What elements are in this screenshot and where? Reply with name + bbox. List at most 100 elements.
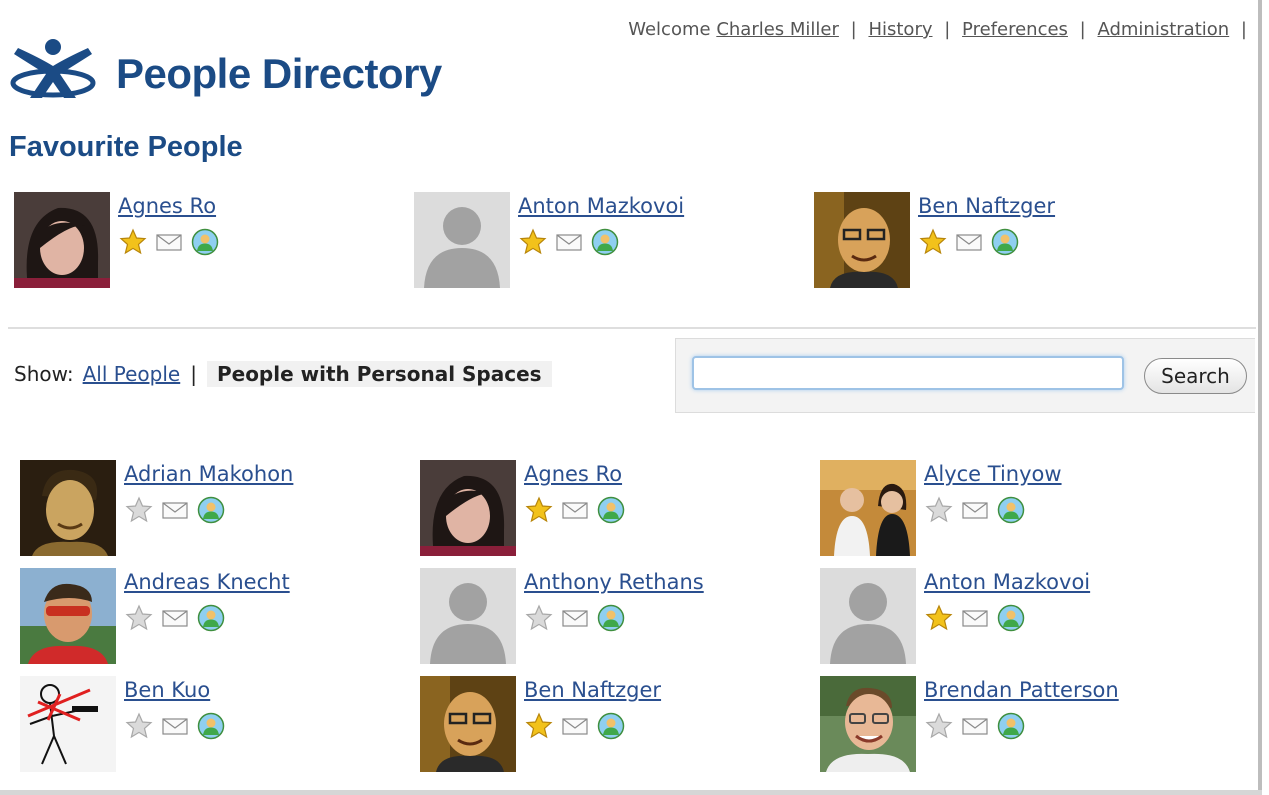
star-icon[interactable] (119, 228, 147, 256)
person-photo[interactable] (420, 460, 516, 556)
search-input[interactable] (692, 356, 1124, 390)
person-name-link[interactable]: Alyce Tinyow (924, 462, 1062, 486)
star-icon[interactable] (525, 496, 553, 524)
person-actions (125, 602, 225, 634)
nav-separator: | (944, 19, 951, 40)
person-card: Brendan Patterson (820, 676, 1200, 776)
preferences-link[interactable]: Preferences (962, 19, 1068, 40)
person-photo[interactable] (20, 676, 116, 772)
star-icon[interactable] (925, 712, 953, 740)
app-title: People Directory (116, 50, 442, 97)
envelope-icon[interactable] (561, 712, 589, 740)
envelope-icon[interactable] (561, 604, 589, 632)
person-photo[interactable] (414, 192, 510, 288)
star-icon[interactable] (525, 712, 553, 740)
nav-separator: | (1079, 19, 1086, 40)
envelope-icon[interactable] (555, 228, 583, 256)
person-card: Anthony Rethans (420, 568, 800, 668)
profile-icon[interactable] (991, 228, 1019, 256)
profile-icon[interactable] (591, 228, 619, 256)
profile-icon[interactable] (197, 604, 225, 632)
person-photo[interactable] (20, 460, 116, 556)
person-name-link[interactable]: Ben Naftzger (918, 194, 1055, 218)
person-card: Agnes Ro (14, 192, 394, 292)
person-photo[interactable] (820, 568, 916, 664)
window-frame-right (1258, 0, 1262, 795)
person-photo[interactable] (820, 676, 916, 772)
show-label: Show: (14, 362, 74, 386)
envelope-icon[interactable] (161, 604, 189, 632)
profile-icon[interactable] (997, 496, 1025, 524)
favourites-heading: Favourite People (9, 131, 243, 163)
profile-icon[interactable] (191, 228, 219, 256)
person-actions (125, 710, 225, 742)
person-card: Ben Naftzger (420, 676, 800, 776)
star-icon[interactable] (925, 604, 953, 632)
profile-icon[interactable] (597, 496, 625, 524)
person-photo[interactable] (14, 192, 110, 288)
person-actions (925, 494, 1025, 526)
user-name-link[interactable]: Charles Miller (716, 19, 839, 40)
history-link[interactable]: History (868, 19, 932, 40)
profile-icon[interactable] (197, 712, 225, 740)
profile-icon[interactable] (997, 604, 1025, 632)
administration-link[interactable]: Administration (1097, 19, 1229, 40)
star-icon[interactable] (925, 496, 953, 524)
person-card: Agnes Ro (420, 460, 800, 560)
person-name-link[interactable]: Andreas Knecht (124, 570, 290, 594)
personal-spaces-filter[interactable]: People with Personal Spaces (206, 361, 552, 387)
profile-icon[interactable] (597, 712, 625, 740)
profile-icon[interactable] (997, 712, 1025, 740)
filter-bar: Show: All People | People with Personal … (14, 361, 552, 387)
person-actions (119, 226, 219, 258)
person-actions (525, 602, 625, 634)
person-actions (925, 602, 1025, 634)
person-name-link[interactable]: Ben Kuo (124, 678, 210, 702)
search-button[interactable]: Search (1144, 358, 1247, 394)
person-photo[interactable] (820, 460, 916, 556)
person-name-link[interactable]: Anton Mazkovoi (518, 194, 684, 218)
envelope-icon[interactable] (161, 496, 189, 524)
person-card: Andreas Knecht (20, 568, 400, 668)
star-icon[interactable] (525, 604, 553, 632)
person-name-link[interactable]: Adrian Makohon (124, 462, 293, 486)
star-icon[interactable] (125, 496, 153, 524)
person-name-link[interactable]: Anton Mazkovoi (924, 570, 1090, 594)
envelope-icon[interactable] (561, 496, 589, 524)
top-navigation: Welcome Charles Miller | History | Prefe… (628, 19, 1253, 40)
envelope-icon[interactable] (161, 712, 189, 740)
person-name-link[interactable]: Ben Naftzger (524, 678, 661, 702)
section-divider (8, 327, 1256, 329)
person-card: Alyce Tinyow (820, 460, 1200, 560)
profile-icon[interactable] (597, 604, 625, 632)
person-actions (125, 494, 225, 526)
person-card: Ben Naftzger (814, 192, 1194, 292)
welcome-label: Welcome (628, 19, 711, 40)
person-name-link[interactable]: Agnes Ro (118, 194, 216, 218)
person-name-link[interactable]: Agnes Ro (524, 462, 622, 486)
person-photo[interactable] (420, 676, 516, 772)
person-name-link[interactable]: Brendan Patterson (924, 678, 1119, 702)
person-photo[interactable] (420, 568, 516, 664)
envelope-icon[interactable] (961, 712, 989, 740)
person-actions (519, 226, 619, 258)
person-name-link[interactable]: Anthony Rethans (524, 570, 704, 594)
nav-separator: | (850, 19, 857, 40)
people-directory-logo-icon[interactable] (10, 38, 96, 100)
search-panel: Search (675, 338, 1255, 413)
star-icon[interactable] (125, 712, 153, 740)
person-photo[interactable] (814, 192, 910, 288)
profile-icon[interactable] (197, 496, 225, 524)
envelope-icon[interactable] (961, 604, 989, 632)
star-icon[interactable] (125, 604, 153, 632)
nav-separator: | (1240, 19, 1247, 40)
star-icon[interactable] (919, 228, 947, 256)
person-photo[interactable] (20, 568, 116, 664)
envelope-icon[interactable] (955, 228, 983, 256)
person-card: Ben Kuo (20, 676, 400, 776)
all-people-link[interactable]: All People (83, 362, 181, 386)
filter-separator: | (190, 362, 197, 386)
star-icon[interactable] (519, 228, 547, 256)
envelope-icon[interactable] (155, 228, 183, 256)
envelope-icon[interactable] (961, 496, 989, 524)
